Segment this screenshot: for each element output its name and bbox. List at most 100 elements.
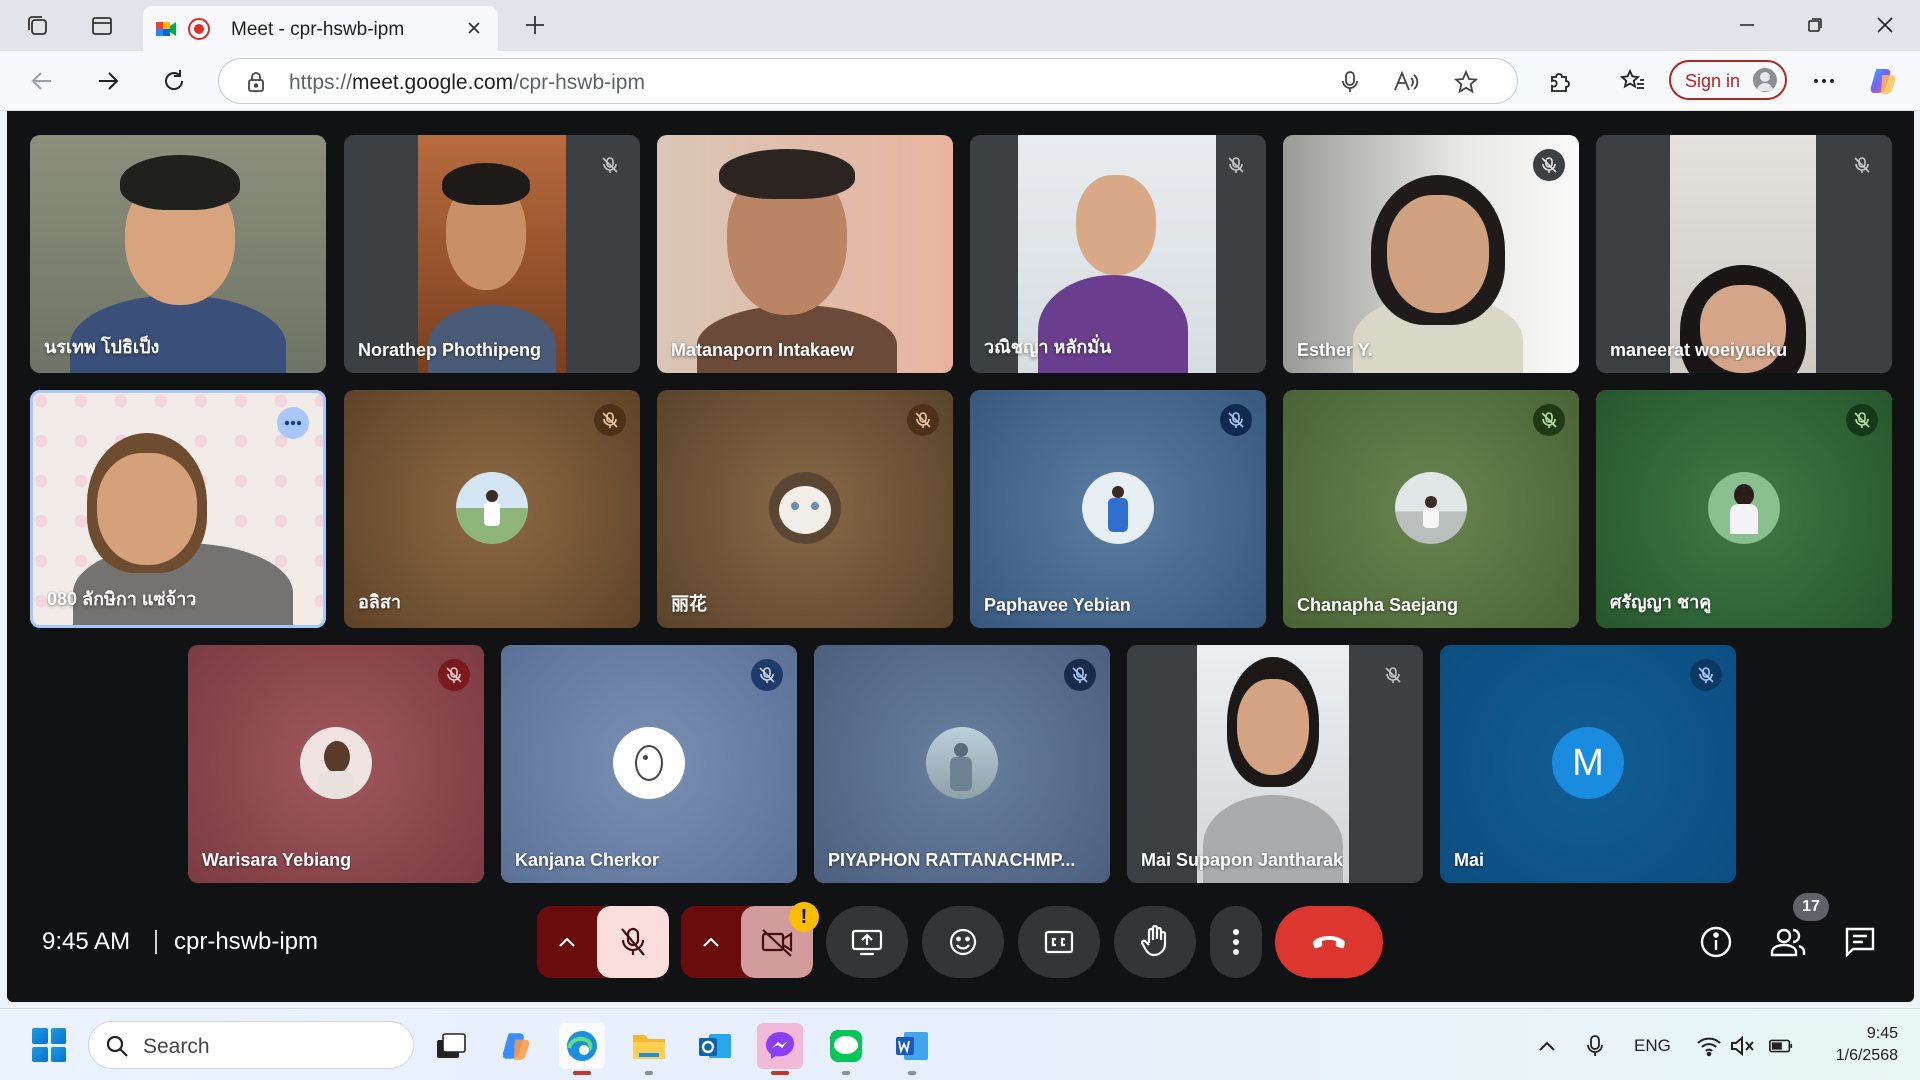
task-view-icon[interactable] [428,1023,474,1069]
file-explorer-icon[interactable] [626,1023,672,1069]
battery-icon[interactable] [1768,1033,1794,1059]
avatar [926,727,998,799]
input-language[interactable]: ENG [1634,1036,1671,1056]
participant-tile[interactable]: นรเทพ โปธิเป็ง [30,135,326,373]
windows-start-icon[interactable] [32,1028,66,1062]
vertical-tabs-icon[interactable] [88,12,116,40]
muted-mic-icon [1846,404,1878,436]
copilot-icon[interactable] [1868,65,1900,97]
lock-icon[interactable] [243,69,269,95]
video-settings-chevron-icon[interactable] [681,906,741,978]
meeting-details-icon[interactable] [1694,920,1738,964]
participant-tile-speaking[interactable]: 080 ลักษิกา แซ่จ้าว [30,390,326,628]
participant-options-icon[interactable] [277,407,309,439]
muted-mic-icon [1846,149,1878,181]
more-options-icon[interactable] [1808,65,1840,97]
participant-video [1197,645,1349,883]
participant-tile[interactable]: Mai Supapon Jantharak [1127,645,1423,883]
captions-button[interactable] [1018,906,1100,978]
recording-icon [188,18,210,40]
workspaces-icon[interactable] [24,12,52,40]
participant-tile[interactable]: อลิสา [344,390,640,628]
participant-tile[interactable]: Norathep Phothipeng [344,135,640,373]
forward-icon[interactable] [92,65,124,97]
refresh-icon[interactable] [158,65,190,97]
participant-tile[interactable]: Esther Y. [1283,135,1579,373]
avatar [456,472,528,544]
messenger-icon[interactable] [757,1023,803,1069]
taskbar-clock[interactable]: 9:45 1/6/2568 [1818,1023,1898,1067]
volume-muted-icon[interactable] [1730,1033,1756,1059]
participant-tile[interactable]: M Mai [1440,645,1736,883]
participant-tile[interactable]: Kanjana Cherkor [501,645,797,883]
participant-tile[interactable]: วณิชญา หลักมั่น [970,135,1266,373]
show-hidden-icons-chevron-icon[interactable] [1534,1033,1560,1059]
meet-stage: นรเทพ โปธิเป็ง Norathep Phothipeng Matan… [7,111,1914,1002]
edge-browser-icon[interactable] [559,1023,605,1069]
muted-mic-icon [1064,659,1096,691]
mic-off-button[interactable] [597,906,669,978]
muted-mic-icon [907,404,939,436]
emoji-reaction-button[interactable] [922,906,1004,978]
copilot-app-icon[interactable] [494,1023,540,1069]
participant-tile[interactable]: ศรัญญา ชาคู [1596,390,1892,628]
participant-tile[interactable]: Chanapha Saejang [1283,390,1579,628]
address-bar[interactable]: https://meet.google.com/cpr-hswb-ipm [218,58,1518,104]
muted-mic-icon [594,149,626,181]
word-icon[interactable] [889,1023,935,1069]
present-screen-button[interactable] [826,906,908,978]
raise-hand-button[interactable] [1114,906,1196,978]
participant-name: Kanjana Cherkor [515,850,660,870]
participant-tile[interactable]: PIYAPHON RATTANACHMP... [814,645,1110,883]
address-toolbar: https://meet.google.com/cpr-hswb-ipm Sig… [0,51,1920,111]
audio-settings-chevron-icon[interactable] [537,906,597,978]
close-tab-icon[interactable] [462,16,486,40]
participant-tile[interactable]: 丽花 [657,390,953,628]
participant-tile[interactable]: Matanaporn Intakaew [657,135,953,373]
running-app-indicator [908,1071,916,1075]
back-icon[interactable] [26,65,58,97]
close-window-icon[interactable] [1870,10,1900,40]
wifi-icon[interactable] [1696,1033,1722,1059]
minimize-icon[interactable] [1732,10,1762,40]
muted-mic-icon [1377,659,1409,691]
read-aloud-icon[interactable] [1393,69,1419,95]
participant-name: Matanaporn Intakaew [671,340,855,360]
participant-video [418,135,566,373]
avatar [613,727,685,799]
participant-tile[interactable]: Warisara Yebiang [188,645,484,883]
restore-icon[interactable] [1800,10,1830,40]
sign-in-button[interactable]: Sign in [1669,60,1787,100]
participant-name: Mai Supapon Jantharak [1141,850,1344,870]
muted-mic-icon [438,659,470,691]
muted-mic-icon [1690,659,1722,691]
avatar [1082,472,1154,544]
participant-name: ศรัญญา ชาคู [1610,592,1712,612]
microphone-control [537,906,669,978]
participant-tile[interactable]: Paphavee Yebian [970,390,1266,628]
browser-tab-bar: Meet - cpr-hswb-ipm [0,0,1920,51]
participant-name: Paphavee Yebian [984,595,1131,615]
outlook-icon[interactable] [692,1023,738,1069]
active-app-indicator [573,1071,591,1075]
extensions-icon[interactable] [1544,65,1576,97]
avatar [769,472,841,544]
leave-call-button[interactable] [1275,906,1383,978]
search-placeholder: Search [143,1035,210,1058]
url-text[interactable]: https://meet.google.com/cpr-hswb-ipm [289,71,645,95]
line-app-icon[interactable] [823,1023,869,1069]
favorite-star-icon[interactable] [1453,69,1479,95]
active-tab[interactable]: Meet - cpr-hswb-ipm [143,6,498,51]
people-icon[interactable] [1766,920,1810,964]
new-tab-icon[interactable] [520,10,550,40]
taskbar-search[interactable]: Search [88,1021,414,1069]
participant-tile[interactable]: maneerat woeiyueku [1596,135,1892,373]
profile-icon [1753,68,1777,92]
meeting-time: 9:45 AM [42,928,131,955]
more-options-button[interactable] [1210,906,1262,978]
tray-microphone-icon[interactable] [1582,1033,1608,1059]
camera-warning-badge[interactable]: ! [789,902,819,932]
favorites-icon[interactable] [1617,65,1649,97]
microphone-icon[interactable] [1337,69,1363,95]
chat-icon[interactable] [1838,920,1882,964]
